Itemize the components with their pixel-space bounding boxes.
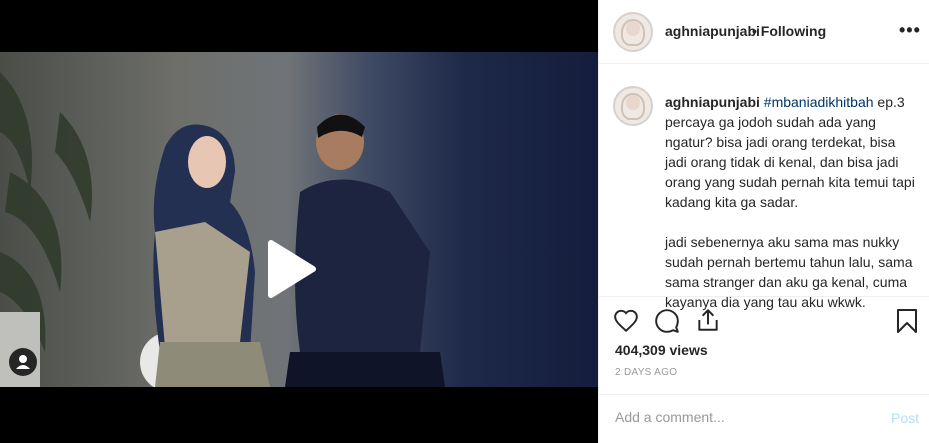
- caption-avatar[interactable]: [613, 86, 653, 126]
- user-tag-icon[interactable]: [9, 348, 37, 376]
- separator-dot: •: [752, 23, 757, 39]
- view-count[interactable]: 404,309 views: [615, 342, 708, 358]
- follow-status[interactable]: • Following: [752, 23, 826, 39]
- post-sidebar: aghniapunjabi • Following ••• aghniapunj…: [598, 0, 929, 443]
- caption-username[interactable]: aghniapunjabi: [665, 94, 760, 110]
- comment-bar: Post: [599, 394, 929, 443]
- bookmark-icon[interactable]: [895, 308, 919, 334]
- following-button[interactable]: Following: [761, 23, 826, 39]
- action-bar: [599, 296, 929, 346]
- caption-text-1: ep.3 percaya ga jodoh sudah ada yang nga…: [665, 94, 915, 210]
- comment-input[interactable]: [615, 409, 865, 425]
- more-options-icon[interactable]: •••: [899, 20, 921, 41]
- video-frame[interactable]: [0, 52, 598, 387]
- timestamp[interactable]: 2 DAYS AGO: [615, 367, 677, 378]
- post-header: aghniapunjabi • Following •••: [599, 0, 929, 64]
- heart-icon[interactable]: [613, 308, 639, 334]
- play-icon[interactable]: [267, 239, 317, 299]
- comment-icon[interactable]: [654, 308, 680, 334]
- post-button[interactable]: Post: [891, 410, 919, 426]
- header-username[interactable]: aghniapunjabi: [665, 23, 760, 39]
- video-thumbnail: [0, 72, 445, 387]
- avatar[interactable]: [613, 12, 653, 52]
- caption: aghniapunjabi #mbaniadikhitbah ep.3 perc…: [665, 92, 915, 312]
- video-player[interactable]: [0, 0, 598, 443]
- share-icon[interactable]: [695, 307, 721, 333]
- hashtag-link[interactable]: #mbaniadikhitbah: [764, 94, 874, 110]
